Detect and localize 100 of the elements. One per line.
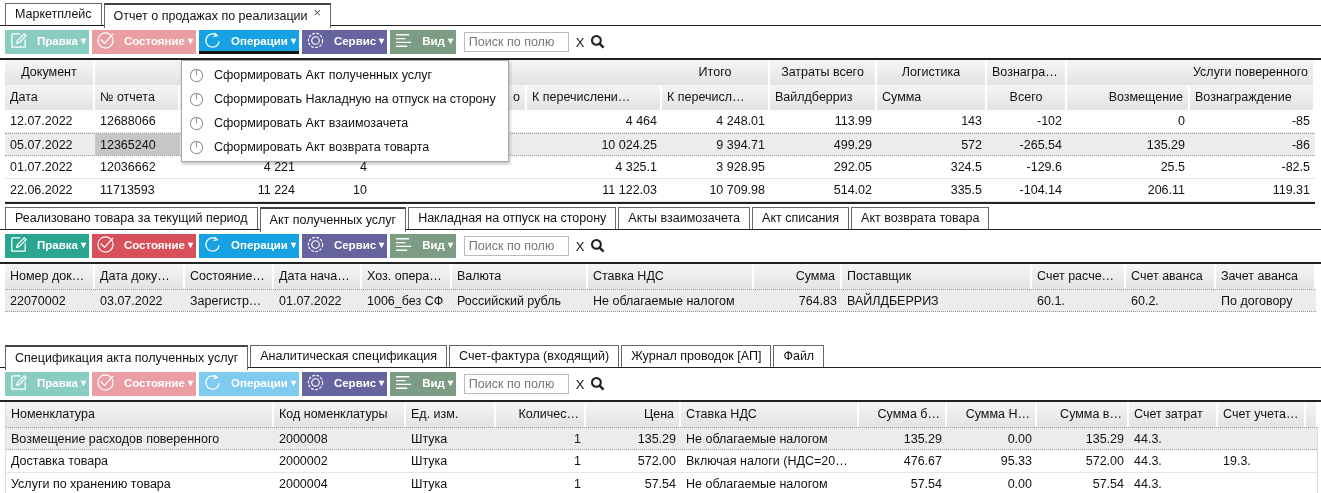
menu-item[interactable]: Сформировать Акт возврата товарта bbox=[182, 135, 508, 159]
gear-icon bbox=[305, 31, 325, 50]
table-cell-text: 10 709.98 bbox=[708, 182, 766, 199]
table-cell-text: 1006_без СФ bbox=[366, 293, 445, 310]
table-cell-text: -82.5 bbox=[1280, 159, 1311, 176]
table-cell-text: 44.3. bbox=[1133, 453, 1163, 470]
table-cell-text: -129.6 bbox=[1025, 159, 1063, 176]
table-cell-text: -85 bbox=[1290, 113, 1311, 130]
table-cell-text: 206.11 bbox=[1146, 182, 1186, 199]
toolbar-button[interactable]: Сервис ▾ bbox=[301, 30, 388, 54]
check-circle-icon bbox=[95, 373, 115, 392]
table-cell-text: 1 bbox=[573, 476, 582, 493]
table-cell-text: 95.33 bbox=[999, 453, 1033, 470]
tab[interactable]: Маркетплейс bbox=[5, 3, 102, 25]
table-cell-text: 10 bbox=[352, 182, 368, 199]
table-cell-text: 476.67 bbox=[902, 453, 943, 470]
table-cell-text: 113.99 bbox=[833, 113, 873, 130]
tab[interactable]: Накладная на отпуск на сторону bbox=[408, 207, 617, 229]
tab[interactable]: Журнал проводок [АП] bbox=[621, 345, 772, 367]
tab[interactable]: Акт списания bbox=[752, 207, 850, 229]
close-icon[interactable]: × bbox=[313, 6, 322, 19]
search-field[interactable]: Поиск по полю bbox=[463, 374, 569, 394]
table-cell-text: 22070002 bbox=[9, 293, 67, 310]
table-cell-text: 514.02 bbox=[832, 182, 873, 199]
table-cell-text: Штука bbox=[410, 476, 449, 493]
table-cell-text: 22.06.2022 bbox=[9, 182, 74, 199]
menu-item[interactable]: Сформировать Акт взаимозачета bbox=[182, 111, 508, 135]
tab[interactable]: Файл bbox=[773, 345, 825, 367]
table-cell-text: 0.00 bbox=[1006, 476, 1033, 493]
table-cell-text: По договору bbox=[1220, 293, 1294, 310]
table-cell-text: 4 464 bbox=[624, 113, 658, 130]
table-cell-text: Штука bbox=[410, 431, 449, 448]
tab[interactable]: Акт возврата товара bbox=[851, 207, 990, 229]
search-field[interactable]: Поиск по полю bbox=[463, 236, 569, 256]
tab[interactable]: Акты взаимозачета bbox=[618, 207, 751, 229]
tab[interactable]: Аналитическая спецификация bbox=[250, 345, 448, 367]
column-header[interactable]: Всего bbox=[987, 85, 1067, 110]
table-cell-text: 135.29 bbox=[1145, 137, 1186, 154]
table-cell-text: 44.3. bbox=[1133, 476, 1163, 493]
table-cell-text: Не облагаемые налогом bbox=[685, 431, 829, 448]
column-header[interactable]: Возмещение bbox=[1067, 85, 1190, 110]
table-cell-text: 10 024.25 bbox=[600, 137, 658, 154]
tab[interactable]: Отчет о продажах по реализации × bbox=[103, 3, 332, 28]
clock-icon bbox=[189, 67, 204, 83]
list-icon bbox=[394, 373, 414, 392]
table-cell-text: ВАЙЛДБЕРРИЗ bbox=[846, 292, 940, 310]
search-icon[interactable] bbox=[589, 376, 606, 392]
table-cell-text: 4 325.1 bbox=[614, 159, 658, 176]
clock-icon bbox=[189, 91, 204, 107]
table-cell-text: 01.07.2022 bbox=[9, 159, 74, 176]
column-header[interactable]: Вознаграждение bbox=[1190, 85, 1315, 110]
table-cell-text: 0 bbox=[1177, 113, 1186, 130]
clear-button[interactable]: X bbox=[575, 376, 585, 392]
table-cell-text: -104.14 bbox=[1018, 182, 1063, 199]
table-cell-text: Не облагаемые налогом bbox=[592, 293, 736, 310]
table-cell-text: 324.5 bbox=[949, 159, 983, 176]
tab[interactable]: Акт полученных услуг bbox=[259, 207, 407, 232]
check-circle-icon bbox=[95, 235, 115, 254]
tab[interactable]: Счет-фактура (входящий) bbox=[449, 345, 620, 367]
table-cell-text: Штука bbox=[410, 453, 449, 470]
table-cell-text: 119.31 bbox=[1271, 182, 1311, 199]
tab-label: Отчет о продажах по реализации bbox=[113, 7, 308, 25]
pencil-icon bbox=[9, 235, 28, 254]
table-cell-text: 60.1. bbox=[1036, 293, 1066, 310]
table-cell-text: 57.54 bbox=[909, 476, 943, 493]
column-header[interactable]: К перечисл… bbox=[662, 85, 770, 110]
table-cell-text: 0.00 bbox=[1006, 431, 1033, 448]
table-cell-text: 2000008 bbox=[278, 431, 329, 448]
toolbar-button[interactable]: Сервис ▾ bbox=[301, 234, 388, 258]
table-cell-text: 4 bbox=[359, 159, 368, 176]
menu-item[interactable]: Сформировать Накладную на отпуск на сторону bbox=[182, 87, 508, 111]
search-icon[interactable] bbox=[589, 238, 606, 254]
column-header[interactable]: К перечислени… bbox=[527, 85, 662, 110]
table-cell-text: 764.83 bbox=[797, 293, 838, 310]
table-cell-text: 499.29 bbox=[832, 137, 873, 154]
table-cell-text: 1 bbox=[573, 431, 582, 448]
refresh-icon bbox=[203, 373, 222, 392]
table-cell-text: 11713593 bbox=[99, 182, 156, 199]
search-field[interactable]: Поиск по полю bbox=[463, 32, 569, 52]
tab[interactable]: Спецификация акта полученных услуг bbox=[5, 345, 249, 370]
column-header[interactable]: Дата bbox=[5, 85, 95, 110]
menu-item[interactable]: Сформировать Акт полученных услуг bbox=[182, 63, 508, 87]
table-cell-text: 135.29 bbox=[1084, 431, 1125, 448]
toolbar-button[interactable]: Сервис ▾ bbox=[301, 372, 388, 396]
search-icon[interactable] bbox=[589, 34, 606, 50]
table-cell-text: 2000002 bbox=[278, 453, 329, 470]
table-cell-text: 03.07.2022 bbox=[99, 293, 164, 310]
toolbar-button[interactable]: Состояние ▾ bbox=[91, 234, 196, 258]
list-icon bbox=[394, 31, 414, 50]
clock-icon bbox=[189, 115, 204, 131]
column-header[interactable]: Сумма bbox=[877, 85, 987, 110]
clear-button[interactable]: X bbox=[575, 238, 585, 254]
table-cell-text: 12688066 bbox=[99, 113, 157, 130]
clear-button[interactable]: X bbox=[575, 34, 585, 50]
table-cell-text: Не облагаемые налогом bbox=[685, 476, 829, 493]
table-cell-text: Возмещение расходов поверенного bbox=[10, 431, 221, 448]
pencil-icon bbox=[9, 31, 28, 50]
table-cell-text: -102 bbox=[1035, 113, 1063, 130]
column-header[interactable]: Вайлдберриз bbox=[770, 85, 877, 110]
tab[interactable]: Реализовано товара за текущий период bbox=[5, 207, 258, 229]
